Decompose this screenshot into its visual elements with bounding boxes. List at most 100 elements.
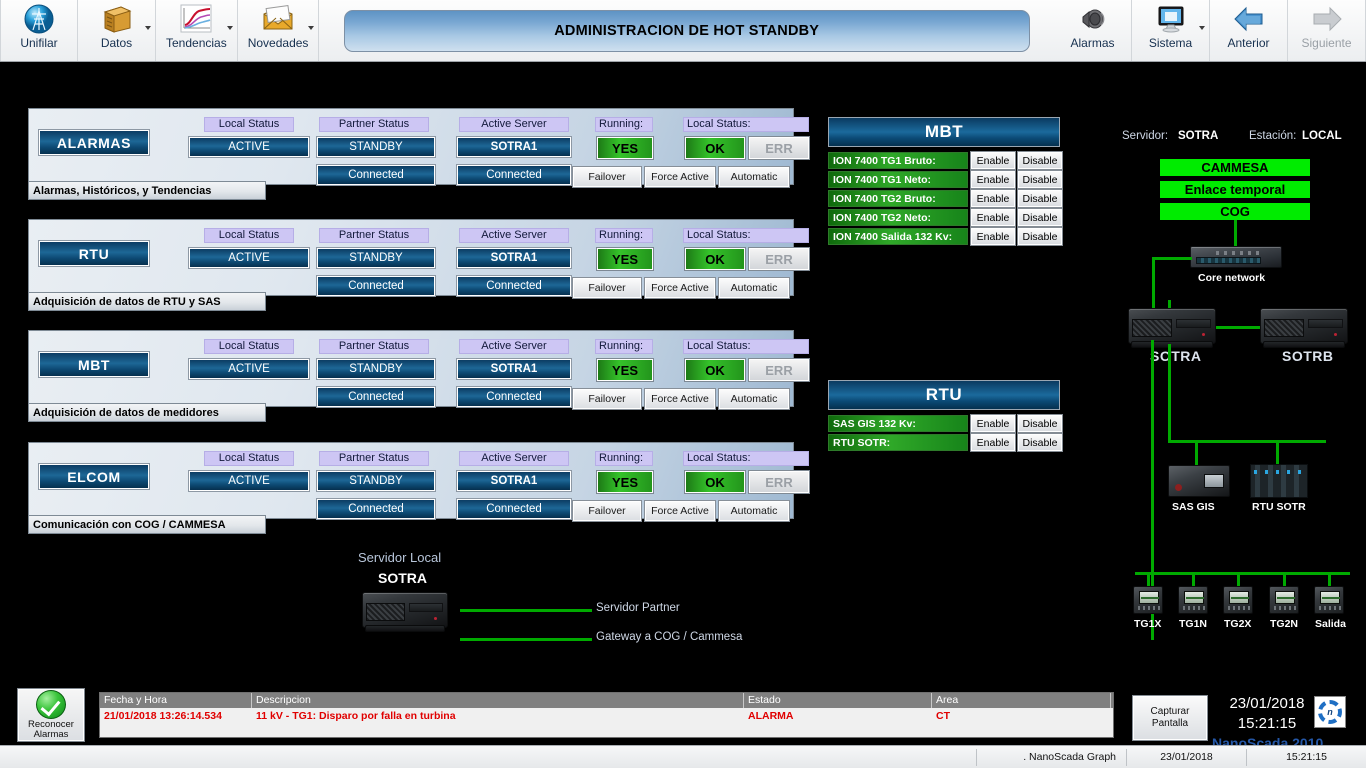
value-active-server[interactable]: SOTRA1 bbox=[456, 470, 572, 492]
disable-button[interactable]: Disable bbox=[1017, 189, 1063, 208]
automatic-button[interactable]: Automatic bbox=[718, 388, 790, 410]
value-active-connection[interactable]: Connected bbox=[456, 164, 572, 186]
status-badge-err: ERR bbox=[748, 470, 810, 494]
chevron-down-icon[interactable] bbox=[226, 26, 233, 30]
acknowledge-alarms-button[interactable]: Reconocer Alarmas bbox=[17, 688, 85, 742]
chevron-down-icon[interactable] bbox=[308, 26, 315, 30]
ribbon-button-unifilar[interactable]: Unifilar bbox=[0, 0, 78, 61]
header-active-server: Active Server bbox=[459, 228, 569, 243]
value-partner-status[interactable]: STANDBY bbox=[316, 358, 436, 380]
value-partner-connection[interactable]: Connected bbox=[316, 275, 436, 297]
status-bar-enlace-temporal: Enlace temporal bbox=[1160, 181, 1310, 198]
mbt-device-row: ION 7400 TG2 Neto: Enable Disable bbox=[828, 208, 1063, 227]
failover-button[interactable]: Failover bbox=[572, 166, 642, 188]
service-name-rtu[interactable]: RTU bbox=[38, 240, 150, 267]
ribbon-button-novedades[interactable]: Novedades bbox=[238, 0, 320, 61]
disable-button[interactable]: Disable bbox=[1017, 433, 1063, 452]
table-row[interactable]: 21/01/2018 13:26:14.534 11 kV - TG1: Dis… bbox=[100, 708, 1113, 724]
value-local-status[interactable]: ACTIVE bbox=[188, 470, 310, 492]
service-panel-mbt: MBT Local Status Partner Status Active S… bbox=[28, 330, 810, 422]
enable-button[interactable]: Enable bbox=[970, 208, 1016, 227]
ribbon-button-anterior[interactable]: Anterior bbox=[1210, 0, 1288, 61]
enable-button[interactable]: Enable bbox=[970, 414, 1016, 433]
enable-button[interactable]: Enable bbox=[970, 227, 1016, 246]
disable-button[interactable]: Disable bbox=[1017, 208, 1063, 227]
failover-button[interactable]: Failover bbox=[572, 388, 642, 410]
wire-sotra-sotrb bbox=[1216, 326, 1260, 329]
service-name-alarmas[interactable]: ALARMAS bbox=[38, 129, 150, 156]
status-badge-running: YES bbox=[596, 136, 654, 160]
ribbon-label-tendencias: Tendencias bbox=[166, 36, 227, 50]
header-local-status-2: Local Status: bbox=[683, 117, 809, 132]
enable-button[interactable]: Enable bbox=[970, 189, 1016, 208]
value-partner-connection[interactable]: Connected bbox=[316, 498, 436, 520]
disable-button[interactable]: Disable bbox=[1017, 414, 1063, 433]
disable-button[interactable]: Disable bbox=[1017, 227, 1063, 246]
value-partner-connection[interactable]: Connected bbox=[316, 164, 436, 186]
disable-button[interactable]: Disable bbox=[1017, 151, 1063, 170]
header-local-status: Local Status bbox=[204, 451, 294, 466]
meter-icon bbox=[1223, 586, 1253, 614]
rtu-sotr-icon bbox=[1250, 464, 1308, 498]
disable-button[interactable]: Disable bbox=[1017, 170, 1063, 189]
value-partner-status[interactable]: STANDBY bbox=[316, 136, 436, 158]
status-date: 23/01/2018 bbox=[1126, 748, 1246, 766]
link-label-gateway: Gateway a COG / Cammesa bbox=[596, 631, 743, 643]
failover-button[interactable]: Failover bbox=[572, 500, 642, 522]
value-active-server[interactable]: SOTRA1 bbox=[456, 247, 572, 269]
value-local-status[interactable]: ACTIVE bbox=[188, 136, 310, 158]
capture-screen-button[interactable]: Capturar Pantalla bbox=[1132, 695, 1208, 741]
check-icon bbox=[36, 690, 66, 719]
failover-button[interactable]: Failover bbox=[572, 277, 642, 299]
force-active-button[interactable]: Force Active bbox=[644, 500, 716, 522]
label-sas-gis: SAS GIS bbox=[1172, 501, 1215, 513]
service-name-mbt[interactable]: MBT bbox=[38, 351, 150, 378]
force-active-button[interactable]: Force Active bbox=[644, 166, 716, 188]
clock-time: 15:21:15 bbox=[1237, 715, 1297, 732]
ribbon-label-datos: Datos bbox=[100, 36, 133, 50]
arrow-left-icon bbox=[1232, 3, 1266, 35]
automatic-button[interactable]: Automatic bbox=[718, 166, 790, 188]
ribbon-button-alarmas[interactable]: Alarmas bbox=[1054, 0, 1132, 61]
sas-gis-icon bbox=[1168, 465, 1230, 497]
label-estacion: Estación: bbox=[1249, 130, 1297, 142]
label-servidor: Servidor: bbox=[1122, 130, 1169, 142]
trend-chart-icon bbox=[179, 3, 213, 35]
value-active-connection[interactable]: Connected bbox=[456, 498, 572, 520]
force-active-button[interactable]: Force Active bbox=[644, 277, 716, 299]
automatic-button[interactable]: Automatic bbox=[718, 277, 790, 299]
value-local-status[interactable]: ACTIVE bbox=[188, 247, 310, 269]
server-sotra-node-icon bbox=[1128, 308, 1216, 348]
ribbon-button-sistema[interactable]: Sistema bbox=[1132, 0, 1210, 61]
ribbon-button-tendencias[interactable]: Tendencias bbox=[156, 0, 238, 61]
monitor-icon bbox=[1155, 3, 1187, 35]
rtu-device-row: SAS GIS 132 Kv: Enable Disable bbox=[828, 414, 1063, 433]
enable-button[interactable]: Enable bbox=[970, 151, 1016, 170]
cell-area: CT bbox=[936, 710, 950, 722]
chevron-down-icon[interactable] bbox=[1199, 26, 1205, 30]
service-panel-elcom: ELCOM Local Status Partner Status Active… bbox=[28, 442, 810, 534]
enable-button[interactable]: Enable bbox=[970, 170, 1016, 189]
value-local-status[interactable]: ACTIVE bbox=[188, 358, 310, 380]
service-name-elcom[interactable]: ELCOM bbox=[38, 463, 150, 490]
mbt-device-panel: MBT ION 7400 TG1 Bruto: Enable Disable I… bbox=[828, 117, 1063, 246]
value-active-server[interactable]: SOTRA1 bbox=[456, 358, 572, 380]
arrow-right-icon bbox=[1310, 3, 1344, 35]
ribbon-button-datos[interactable]: Datos bbox=[78, 0, 156, 61]
value-partner-connection[interactable]: Connected bbox=[316, 386, 436, 408]
force-active-button[interactable]: Force Active bbox=[644, 388, 716, 410]
alarm-table[interactable]: Fecha y Hora Descripcion Estado Area 21/… bbox=[99, 692, 1114, 738]
value-estacion: LOCAL bbox=[1302, 130, 1342, 142]
automatic-button[interactable]: Automatic bbox=[718, 500, 790, 522]
enable-button[interactable]: Enable bbox=[970, 433, 1016, 452]
value-active-connection[interactable]: Connected bbox=[456, 275, 572, 297]
wire-gateway bbox=[460, 638, 592, 641]
link-label-partner: Servidor Partner bbox=[596, 602, 680, 614]
chevron-down-icon[interactable] bbox=[145, 26, 151, 30]
value-active-connection[interactable]: Connected bbox=[456, 386, 572, 408]
value-partner-status[interactable]: STANDBY bbox=[316, 470, 436, 492]
value-partner-status[interactable]: STANDBY bbox=[316, 247, 436, 269]
label-sotra: SOTRA bbox=[1150, 348, 1202, 364]
header-local-status: Local Status bbox=[204, 339, 294, 354]
value-active-server[interactable]: SOTRA1 bbox=[456, 136, 572, 158]
